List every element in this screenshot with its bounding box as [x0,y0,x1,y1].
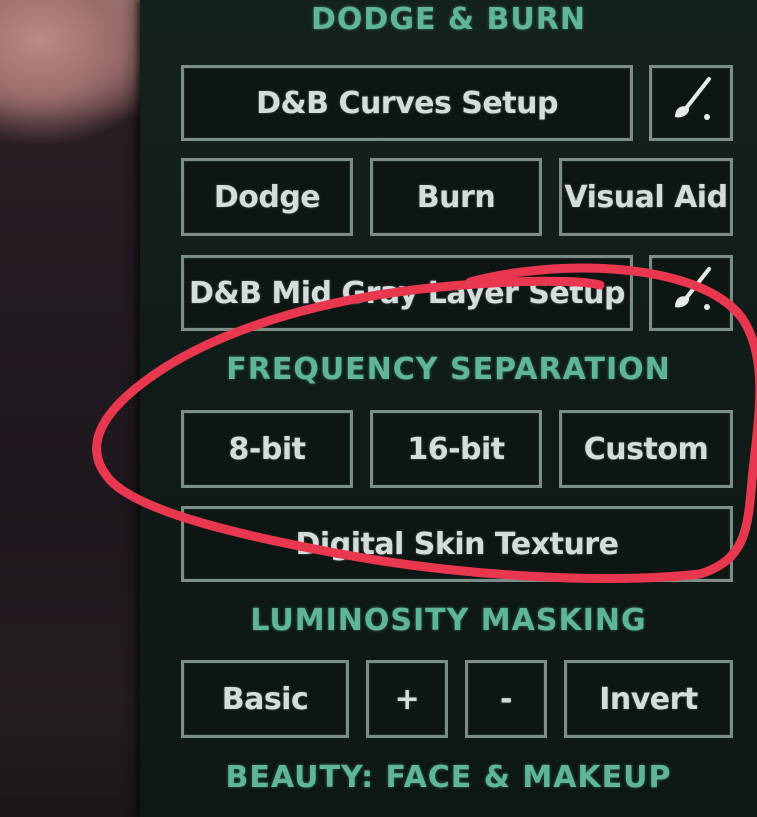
fs-16bit-label: 16-bit [407,431,505,467]
brush-icon [665,73,717,133]
digital-skin-texture-button[interactable]: Digital Skin Texture [181,506,733,582]
fs-custom-button[interactable]: Custom [559,410,733,488]
lum-basic-button[interactable]: Basic [181,660,349,738]
lum-minus-label: - [500,681,512,717]
section-title-frequency-separation: FREQUENCY SEPARATION [226,352,671,387]
section-title-dodge-burn: DODGE & BURN [311,2,586,37]
brush-button-2[interactable] [649,255,733,331]
lum-plus-label: + [394,681,420,717]
visual-aid-label: Visual Aid [564,179,728,215]
section-title-beauty: BEAUTY: FACE & MAKEUP [225,760,672,795]
fs-8bit-label: 8-bit [228,431,306,467]
section-title-luminosity-masking: LUMINOSITY MASKING [250,603,647,638]
db-curves-setup-button[interactable]: D&B Curves Setup [181,65,633,141]
fs-8bit-button[interactable]: 8-bit [181,410,353,488]
fs-16bit-button[interactable]: 16-bit [370,410,542,488]
db-mid-gray-setup-label: D&B Mid Gray Layer Setup [189,275,625,311]
db-curves-setup-label: D&B Curves Setup [256,85,558,121]
fs-custom-label: Custom [583,431,709,467]
brush-icon [665,263,717,323]
lum-basic-label: Basic [221,681,309,717]
lum-plus-button[interactable]: + [366,660,448,738]
visual-aid-button[interactable]: Visual Aid [559,158,733,236]
digital-skin-texture-label: Digital Skin Texture [295,526,619,562]
dodge-label: Dodge [213,179,321,215]
burn-button[interactable]: Burn [370,158,542,236]
lum-minus-button[interactable]: - [465,660,547,738]
photo-background [0,0,150,817]
lum-invert-label: Invert [599,681,698,717]
burn-label: Burn [416,179,496,215]
brush-button-1[interactable] [649,65,733,141]
db-mid-gray-setup-button[interactable]: D&B Mid Gray Layer Setup [181,255,633,331]
dodge-button[interactable]: Dodge [181,158,353,236]
lum-invert-button[interactable]: Invert [564,660,733,738]
